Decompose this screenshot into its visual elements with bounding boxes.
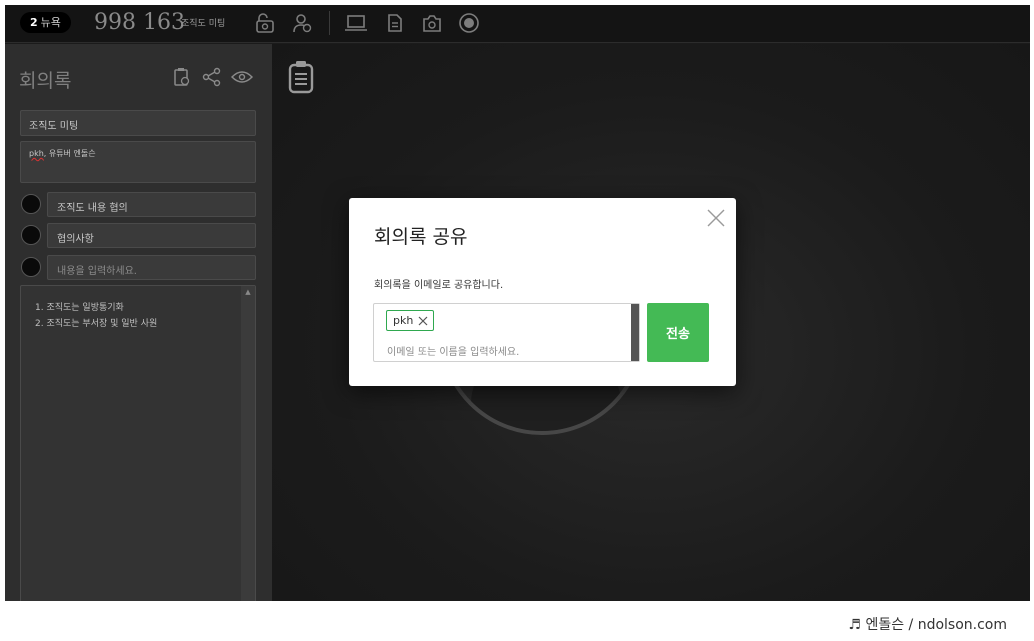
clipboard-list-icon[interactable]: [288, 60, 314, 98]
close-icon[interactable]: [706, 208, 726, 228]
minutes-panel: 회의록 조직도 미팅 pkh, 유튜버 엔돌슨 조직도 내용 협의 협의사항 내…: [5, 44, 272, 601]
toolbar-divider: [329, 11, 330, 35]
recipient-chip-label: pkh: [393, 314, 414, 327]
recipient-chip[interactable]: pkh: [386, 310, 435, 331]
participant-count: 2: [30, 16, 38, 29]
agenda-item-label: 협의사항: [57, 234, 94, 245]
watermark: ♬ 엔돌슨 / ndolson.com: [848, 617, 1007, 633]
room-number: 998 163: [94, 10, 185, 35]
recipient-placeholder: 이메일 또는 이름을 입력하세요.: [387, 347, 520, 358]
recipient-input[interactable]: pkh 이메일 또는 이름을 입력하세요.: [373, 303, 640, 362]
eye-icon[interactable]: [231, 66, 253, 88]
dialog-description: 회의록을 이메일로 공유합니다.: [374, 280, 504, 291]
notes-scrollbar[interactable]: ▲: [241, 286, 255, 601]
camera-icon[interactable]: [419, 11, 445, 35]
participants-field[interactable]: pkh, 유튜버 엔돌슨: [20, 141, 256, 183]
notes-line: 1. 조직도는 일방통기화: [35, 303, 124, 313]
meeting-title-value: 조직도 미팅: [29, 121, 79, 132]
scroll-up-icon[interactable]: ▲: [241, 286, 255, 298]
meeting-title-field[interactable]: 조직도 미팅: [20, 110, 256, 136]
dialog-title: 회의록 공유: [374, 226, 468, 248]
screen-share-icon[interactable]: [343, 11, 369, 35]
agenda-item[interactable]: 협의사항: [47, 223, 256, 248]
top-bar: 2 뉴욕 998 163 조직도 미팅: [5, 5, 1030, 43]
record-icon[interactable]: [456, 11, 482, 35]
participant-count-badge[interactable]: 2 뉴욕: [20, 12, 71, 33]
agenda-item-label: 조직도 내용 협의: [57, 203, 128, 214]
document-icon[interactable]: [382, 11, 408, 35]
room-title: 조직도 미팅: [181, 19, 226, 29]
agenda-bullet: [21, 225, 41, 245]
add-user-icon[interactable]: [289, 11, 315, 35]
participant-count-label: 뉴욕: [40, 16, 61, 29]
panel-title: 회의록: [19, 70, 72, 92]
agenda-bullet: [21, 257, 41, 277]
agenda-placeholder: 내용을 입력하세요.: [57, 266, 137, 277]
input-scrollbar[interactable]: [631, 304, 639, 361]
notes-line: 2. 조직도는 부서장 및 일반 사원: [35, 319, 158, 329]
share-minutes-dialog: 회의록 공유 회의록을 이메일로 공유합니다. pkh 이메일 또는 이름을 입…: [349, 198, 736, 386]
remove-chip-icon[interactable]: [418, 316, 428, 326]
notes-textarea[interactable]: 1. 조직도는 일방통기화 2. 조직도는 부서장 및 일반 사원 ▲: [20, 285, 256, 601]
share-icon[interactable]: [201, 66, 223, 88]
participant-name: pkh: [29, 149, 44, 158]
agenda-bullet: [21, 194, 41, 214]
agenda-item[interactable]: 조직도 내용 협의: [47, 192, 256, 217]
send-button[interactable]: 전송: [647, 303, 709, 362]
agenda-input[interactable]: 내용을 입력하세요.: [47, 255, 256, 280]
participants-rest: , 유튜버 엔돌슨: [43, 149, 96, 158]
app-window: 2 뉴욕 998 163 조직도 미팅 회의록 조직도 미팅 pkh, 유튜버 …: [5, 5, 1030, 601]
unlock-camera-icon[interactable]: [252, 11, 278, 35]
clipboard-user-icon[interactable]: [171, 66, 193, 88]
